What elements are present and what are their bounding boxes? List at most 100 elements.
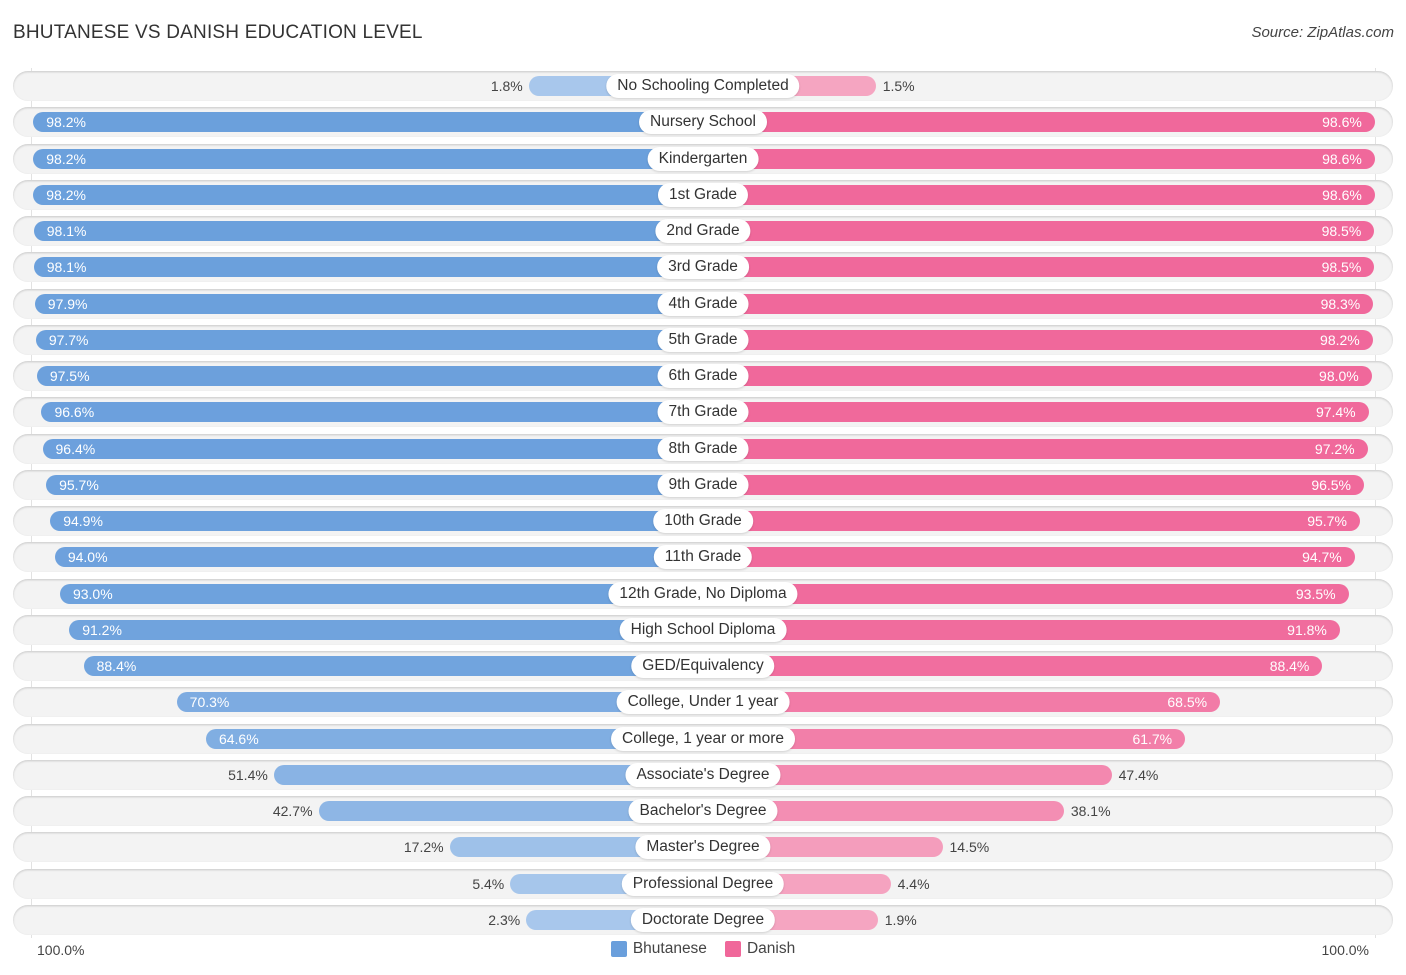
bar-bhutanese[interactable] (50, 511, 703, 531)
bar-danish[interactable] (703, 402, 1369, 423)
legend-label-danish: Danish (746, 940, 796, 957)
legend-item-danish[interactable]: Danish (724, 940, 796, 958)
value-label-bhutanese: 64.6% (218, 730, 259, 747)
category-label: Nursery School (639, 110, 767, 135)
value-label-bhutanese: 95.7% (59, 476, 99, 493)
value-label-danish: 61.7% (1132, 730, 1173, 747)
value-label-bhutanese: 98.1% (46, 223, 87, 239)
bar-danish[interactable] (703, 619, 1340, 640)
value-label-bhutanese: 97.7% (48, 331, 89, 348)
legend-item-bhutanese[interactable]: Bhutanese (610, 940, 707, 958)
value-label-danish: 1.5% (882, 78, 915, 94)
value-label-danish: 38.1% (1070, 803, 1111, 819)
value-label-danish: 88.4% (1269, 658, 1310, 674)
bar-bhutanese[interactable] (69, 619, 703, 640)
category-label: Professional Degree (621, 871, 785, 896)
category-label: Doctorate Degree (630, 907, 776, 932)
legend: Bhutanese Danish (0, 940, 1406, 958)
value-label-danish: 4.4% (897, 875, 930, 892)
legend-swatch-danish (724, 941, 741, 957)
value-label-danish: 98.3% (1320, 295, 1361, 312)
value-label-danish: 98.6% (1322, 186, 1362, 203)
category-label: High School Diploma (619, 617, 787, 642)
category-label: 6th Grade (657, 364, 749, 388)
value-label-bhutanese: 1.8% (490, 78, 523, 94)
value-label-bhutanese: 96.6% (54, 404, 95, 421)
bar-danish[interactable] (703, 148, 1375, 169)
value-label-danish: 98.6% (1322, 114, 1362, 131)
bar-danish[interactable] (703, 293, 1374, 314)
value-label-bhutanese: 42.7% (272, 803, 313, 819)
value-label-danish: 96.5% (1311, 476, 1352, 493)
bar-bhutanese[interactable] (33, 257, 703, 278)
bar-bhutanese[interactable] (42, 438, 703, 459)
category-label: 12th Grade, No Diploma (608, 581, 798, 606)
bar-bhutanese[interactable] (46, 474, 703, 495)
value-label-bhutanese: 98.2% (46, 114, 86, 131)
category-label: 8th Grade (657, 436, 749, 461)
value-label-danish: 93.5% (1295, 585, 1336, 602)
bar-danish[interactable] (703, 112, 1375, 133)
value-label-danish: 98.6% (1322, 150, 1362, 167)
bar-bhutanese[interactable] (34, 293, 703, 314)
legend-label-bhutanese: Bhutanese (632, 940, 707, 957)
category-label: GED/Equivalency (631, 654, 775, 678)
value-label-danish: 98.2% (1320, 331, 1360, 348)
value-label-bhutanese: 51.4% (228, 766, 268, 783)
bar-danish[interactable] (703, 583, 1349, 604)
value-label-bhutanese: 96.4% (55, 440, 96, 457)
category-label: 3rd Grade (657, 255, 749, 280)
category-label: College, 1 year or more (611, 726, 795, 751)
category-label: Associate's Degree (625, 762, 781, 787)
bar-bhutanese[interactable] (33, 221, 703, 241)
value-label-bhutanese: 98.2% (46, 150, 86, 167)
value-label-bhutanese: 88.4% (96, 658, 137, 674)
legend-swatch-bhutanese (610, 941, 627, 957)
bar-danish[interactable] (703, 366, 1372, 386)
value-label-danish: 94.7% (1302, 549, 1342, 566)
category-label: 7th Grade (657, 400, 749, 425)
value-label-danish: 95.7% (1307, 513, 1347, 529)
bar-bhutanese[interactable] (83, 656, 703, 676)
bar-danish[interactable] (703, 547, 1355, 568)
category-label: Bachelor's Degree (628, 799, 778, 823)
bar-danish[interactable] (703, 257, 1375, 278)
value-label-bhutanese: 70.3% (189, 694, 230, 711)
value-label-bhutanese: 2.3% (488, 911, 521, 928)
value-label-bhutanese: 98.1% (46, 259, 87, 276)
chart-area: 1.8% 1.5% No Schooling Completed 98.2% 98.6%… (0, 0, 1406, 975)
bar-danish[interactable] (703, 184, 1375, 205)
value-label-danish: 98.5% (1321, 259, 1362, 276)
bar-bhutanese[interactable] (33, 184, 703, 205)
category-label: 10th Grade (653, 509, 753, 533)
value-label-danish: 98.0% (1319, 368, 1359, 384)
bar-danish[interactable] (703, 656, 1323, 676)
value-label-bhutanese: 97.9% (47, 295, 88, 312)
bar-danish[interactable] (703, 474, 1364, 495)
value-label-danish: 1.9% (884, 911, 917, 928)
value-label-danish: 68.5% (1167, 694, 1208, 711)
bar-danish[interactable] (703, 221, 1375, 241)
category-label: College, Under 1 year (616, 690, 790, 715)
bar-bhutanese[interactable] (59, 583, 703, 604)
value-label-bhutanese: 94.0% (67, 549, 108, 566)
bar-bhutanese[interactable] (33, 148, 703, 169)
bar-bhutanese[interactable] (33, 112, 703, 133)
bar-danish[interactable] (703, 329, 1373, 350)
bar-bhutanese[interactable] (41, 402, 703, 423)
value-label-danish: 47.4% (1118, 766, 1159, 783)
category-label: No Schooling Completed (606, 74, 800, 98)
bar-bhutanese[interactable] (35, 329, 703, 350)
value-label-bhutanese: 5.4% (472, 875, 505, 892)
bar-danish[interactable] (703, 438, 1368, 459)
bar-danish[interactable] (703, 511, 1360, 531)
value-label-danish: 91.8% (1287, 621, 1327, 638)
category-label: 1st Grade (657, 182, 749, 207)
category-label: 5th Grade (657, 327, 749, 352)
bar-bhutanese[interactable] (54, 547, 703, 568)
value-label-bhutanese: 98.2% (46, 186, 86, 203)
category-label: Kindergarten (647, 146, 759, 171)
value-label-danish: 97.4% (1315, 404, 1356, 421)
bar-bhutanese[interactable] (36, 366, 703, 386)
category-label: 4th Grade (657, 291, 749, 316)
